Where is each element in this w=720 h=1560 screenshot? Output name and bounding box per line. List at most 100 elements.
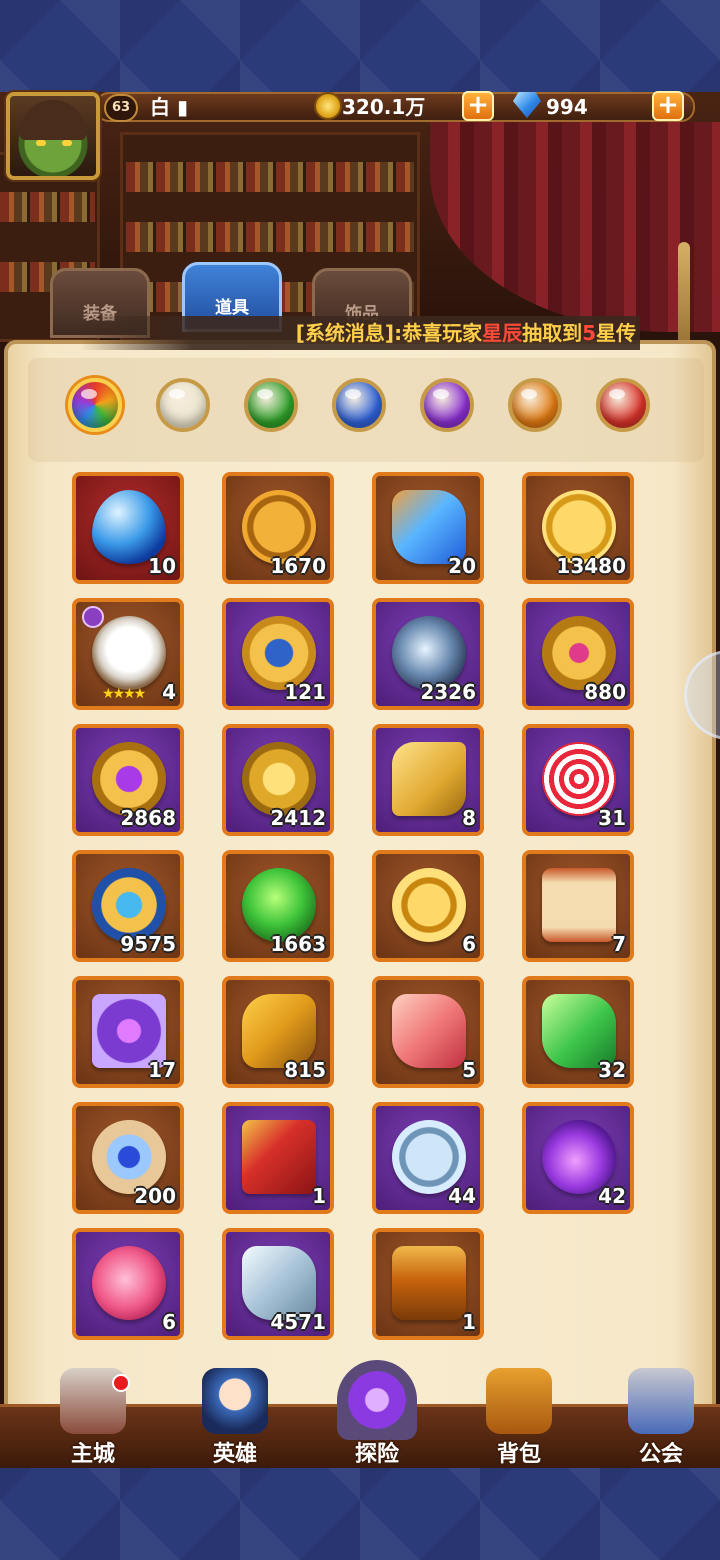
nav-castle[interactable]: 主城 — [38, 1368, 148, 1468]
item-count: 10 — [148, 554, 176, 578]
filter-orange-button[interactable] — [508, 378, 562, 432]
item-count: 4571 — [270, 1310, 326, 1334]
nav-label: 主城 — [70, 1442, 115, 1467]
notice-prefix: [系统消息]:恭喜玩家 — [295, 321, 483, 345]
inventory-item-slot[interactable]: 1 — [222, 1102, 334, 1214]
item-count: 200 — [134, 1184, 176, 1208]
winged-heart-icon — [92, 1246, 166, 1320]
add-diamond-button[interactable]: + — [652, 91, 684, 121]
item-count: 42 — [598, 1184, 626, 1208]
blue-crystal-icon — [92, 490, 166, 564]
inventory-item-slot[interactable]: 5 — [372, 976, 484, 1088]
inventory-item-slot[interactable]: 42 — [522, 1102, 634, 1214]
item-count: 20 — [448, 554, 476, 578]
purple-gem-shield-icon — [92, 742, 166, 816]
nav-hero[interactable]: 英雄 — [180, 1368, 290, 1468]
avatar-eye — [62, 140, 72, 146]
inventory-item-slot[interactable]: 4571 — [222, 1228, 334, 1340]
red-curtain — [430, 122, 720, 332]
filter-red-button[interactable] — [596, 378, 650, 432]
silver-stone-icon — [242, 1246, 316, 1320]
add-gold-button[interactable]: + — [462, 91, 494, 121]
green-rune-stone-icon — [242, 868, 316, 942]
inventory-item-slot[interactable]: ★★★★ 4 — [72, 598, 184, 710]
inventory-item-slot[interactable]: 2868 — [72, 724, 184, 836]
inventory-item-slot[interactable]: 31 — [522, 724, 634, 836]
inventory-item-slot[interactable]: 6 — [72, 1228, 184, 1340]
item-count: 2868 — [120, 806, 176, 830]
notice-player: 星辰 — [482, 321, 523, 345]
item-stars: ★★★★ — [102, 686, 146, 702]
inventory-item-slot[interactable]: 6 — [372, 850, 484, 962]
nav-guild[interactable]: 公会 — [606, 1368, 716, 1468]
treasure-chest-icon — [392, 1246, 466, 1320]
item-count: 121 — [284, 680, 326, 704]
lollipop-icon — [542, 742, 616, 816]
filter-all-button[interactable] — [68, 378, 122, 432]
nav-backpack[interactable]: 背包 — [464, 1368, 574, 1468]
inventory-item-slot[interactable]: 8 — [372, 724, 484, 836]
item-count: 31 — [598, 806, 626, 830]
books-row — [0, 192, 95, 222]
inventory-item-slot[interactable]: 7 — [522, 850, 634, 962]
filter-purple-button[interactable] — [420, 378, 474, 432]
item-count: 1670 — [270, 554, 326, 578]
gold-coin-icon — [314, 92, 342, 120]
item-count: 5 — [462, 1058, 476, 1082]
nav-label: 公会 — [638, 1442, 683, 1467]
books-row — [126, 162, 414, 192]
nav-label: 背包 — [496, 1442, 541, 1467]
nav-label: 探险 — [354, 1442, 399, 1467]
inventory-item-slot[interactable]: 2412 — [222, 724, 334, 836]
inventory-item-slot[interactable]: 1 — [372, 1228, 484, 1340]
item-count: 4 — [162, 680, 176, 704]
portal-icon — [337, 1360, 417, 1440]
inventory-item-slot[interactable]: 44 — [372, 1102, 484, 1214]
filter-white-button[interactable] — [156, 378, 210, 432]
inventory-item-slot[interactable]: 10 — [72, 472, 184, 584]
purple-card-icon — [92, 994, 166, 1068]
inventory-item-slot[interactable]: 32 — [522, 976, 634, 1088]
inventory-item-slot[interactable]: 1663 — [222, 850, 334, 962]
item-count: 2412 — [270, 806, 326, 830]
inventory-item-slot[interactable]: 880 — [522, 598, 634, 710]
item-count: 6 — [162, 1310, 176, 1334]
sheep-pet-icon — [92, 616, 166, 690]
inventory-item-slot[interactable]: 13480 — [522, 472, 634, 584]
item-count: 7 — [612, 932, 626, 956]
inventory-item-slot[interactable]: 2326 — [372, 598, 484, 710]
puzzle-piece-icon — [392, 742, 466, 816]
player-level-badge: 63 — [104, 94, 138, 122]
nav-label: 英雄 — [212, 1442, 257, 1467]
gold-amount: 320.1万 — [342, 95, 426, 119]
inventory-item-slot[interactable]: 815 — [222, 976, 334, 1088]
gold-medal-icon — [392, 868, 466, 942]
item-count: 44 — [448, 1184, 476, 1208]
item-count: 32 — [598, 1058, 626, 1082]
inventory-item-slot[interactable]: 200 — [72, 1102, 184, 1214]
inventory-item-slot[interactable]: 17 — [72, 976, 184, 1088]
player-name: 白 ▮ — [150, 95, 188, 119]
guild-icon — [628, 1368, 694, 1434]
silver-coin-icon — [392, 1120, 466, 1194]
nav-portal[interactable]: 探险 — [322, 1360, 432, 1468]
avatar-eye — [36, 140, 46, 146]
item-count: 6 — [462, 932, 476, 956]
pink-crystal-icon — [392, 994, 466, 1068]
backpack-icon — [486, 1368, 552, 1434]
gold-face-coin-icon — [542, 490, 616, 564]
inventory-item-slot[interactable]: 1670 — [222, 472, 334, 584]
inventory-item-slot[interactable]: 9575 — [72, 850, 184, 962]
inventory-item-slot[interactable]: 20 — [372, 472, 484, 584]
item-count: 1 — [462, 1310, 476, 1334]
inventory-item-slot[interactable]: 121 — [222, 598, 334, 710]
red-scroll-icon — [542, 868, 616, 942]
item-count: 8 — [462, 806, 476, 830]
filter-blue-button[interactable] — [332, 378, 386, 432]
notice-suffix: 星传 — [596, 321, 636, 345]
winged-crest-icon — [92, 868, 166, 942]
item-count: 815 — [284, 1058, 326, 1082]
item-count: 1663 — [270, 932, 326, 956]
player-avatar[interactable] — [6, 92, 100, 180]
filter-green-button[interactable] — [244, 378, 298, 432]
